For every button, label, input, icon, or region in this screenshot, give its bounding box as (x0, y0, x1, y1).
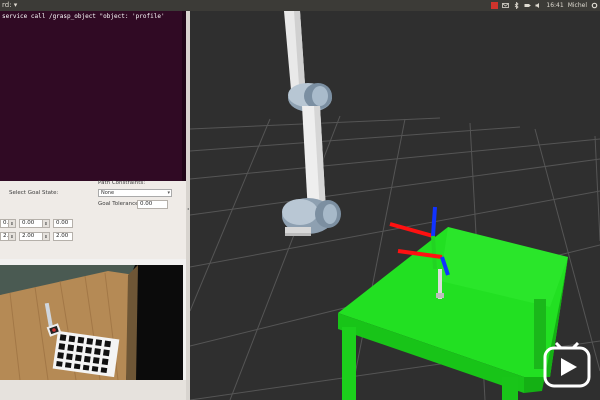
volume-icon[interactable] (535, 2, 542, 9)
scene-canvas (190, 11, 600, 400)
spinbox-value: 0.00 (22, 220, 35, 226)
mail-icon[interactable] (502, 2, 510, 9)
window-title: rd: ▾ (2, 1, 18, 9)
spinbox-value: 2.00 (56, 233, 69, 239)
terminal-window[interactable]: service call /grasp_object "object: 'pro… (0, 11, 186, 181)
motion-planning-panel: Path Constraints: None ▾ Select Goal Sta… (0, 180, 186, 259)
spinbox-z-min[interactable]: 0.00 (53, 219, 73, 228)
chevron-down-icon: ▾ (167, 190, 170, 196)
system-tray: 16:41 Michel (491, 0, 598, 11)
spin-arrows-icon[interactable]: ⬍ (42, 220, 49, 227)
clock-time[interactable]: 16:41 (546, 0, 563, 11)
spinbox-y-max[interactable]: 2.00 ⬍ (19, 232, 50, 241)
system-top-bar: rd: ▾ 16:41 Michel (0, 0, 600, 11)
select-goal-state-label: Select Goal State: (9, 190, 59, 196)
battery-icon[interactable] (524, 2, 531, 9)
spinbox-value: 0.00 (56, 220, 69, 226)
video-play-icon[interactable] (542, 341, 592, 392)
spinbox-value: 2.00 (22, 233, 35, 239)
gear-icon[interactable] (591, 2, 598, 9)
goal-tolerance-label: Goal Tolerance: (98, 201, 141, 207)
goal-tolerance-field[interactable]: 0.00 (137, 200, 168, 209)
network-icon[interactable] (491, 2, 499, 9)
goal-tolerance-value: 0.00 (140, 201, 153, 207)
spinbox-y-min[interactable]: 0.00 ⬍ (19, 219, 50, 228)
terminal-line: service call /grasp_object "object: 'pro… (2, 13, 165, 20)
bluetooth-icon[interactable] (513, 1, 520, 10)
path-constraints-label: Path Constraints: (98, 180, 146, 186)
spin-arrows-icon[interactable]: ⬍ (42, 233, 49, 240)
spinbox-x-max[interactable]: 2.00 ⬍ (0, 232, 16, 241)
rviz-3d-viewport[interactable] (190, 11, 600, 400)
spinbox-x-min[interactable]: 0.00 ⬍ (0, 219, 16, 228)
user-name[interactable]: Michel (568, 0, 587, 11)
path-constraints-select[interactable]: None ▾ (98, 189, 172, 197)
camera-feed-image (0, 265, 183, 380)
path-constraints-value: None (101, 190, 115, 196)
spinbox-z-max[interactable]: 2.00 (53, 232, 73, 241)
status-strip (0, 380, 189, 400)
spin-arrows-icon[interactable]: ⬍ (8, 220, 15, 227)
spin-arrows-icon[interactable]: ⬍ (8, 233, 15, 240)
